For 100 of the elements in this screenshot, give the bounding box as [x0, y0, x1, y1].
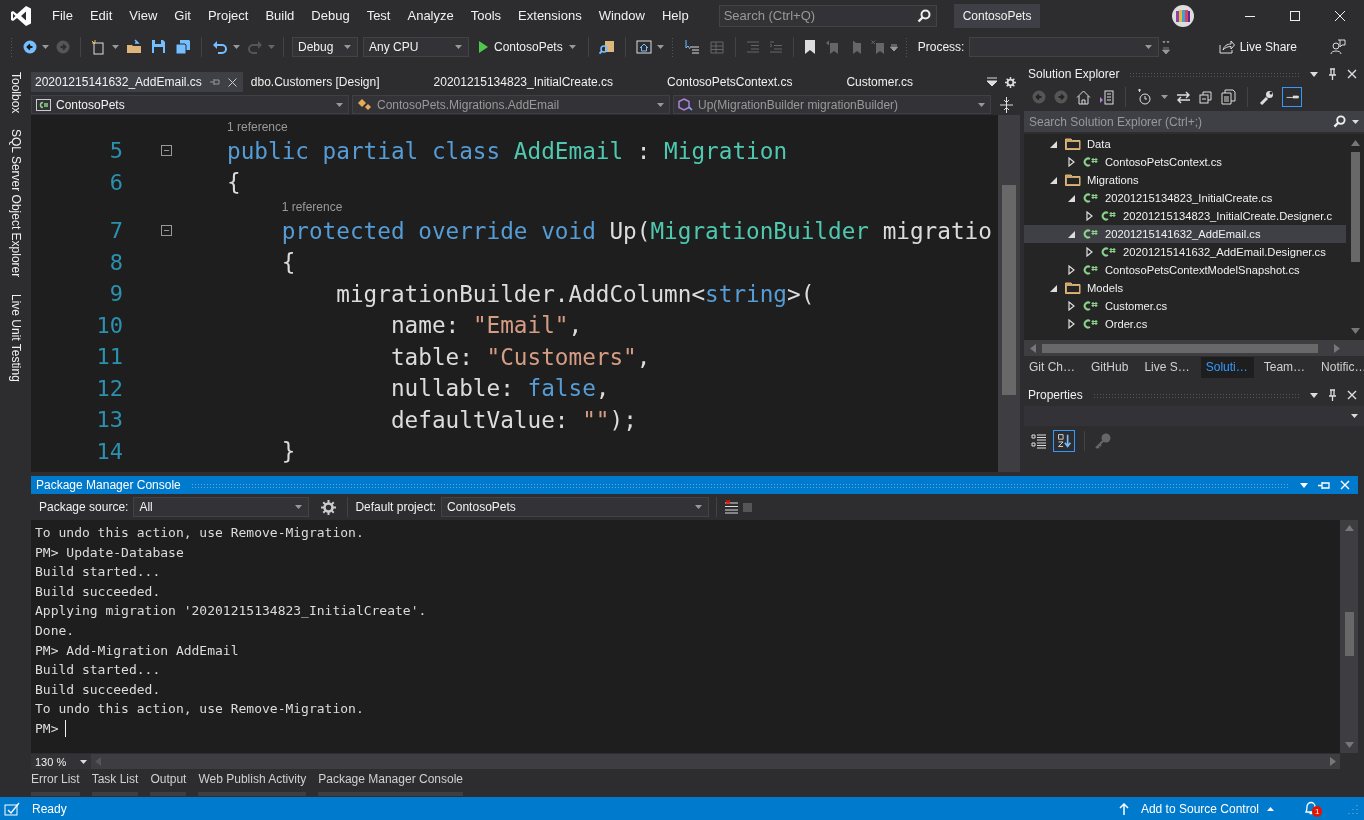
previous-bookmark-icon[interactable]	[824, 39, 839, 54]
live-share-button[interactable]: Live Share	[1212, 38, 1303, 55]
collapsed-arrow-icon[interactable]	[1068, 319, 1075, 329]
cursor-list-icon[interactable]	[683, 38, 700, 55]
tree-item[interactable]: Customer.cs	[1024, 297, 1346, 315]
tree-item[interactable]: Migrations	[1024, 171, 1346, 189]
expanded-arrow-icon[interactable]	[1068, 194, 1075, 202]
close-icon[interactable]	[1347, 69, 1357, 79]
scroll-thumb[interactable]	[1344, 612, 1354, 656]
tree-item[interactable]: Data	[1024, 135, 1346, 153]
search-field[interactable]: Search Solution Explorer (Ctrl+;)	[1024, 111, 1364, 132]
scroll-thumb[interactable]	[1042, 343, 1318, 353]
menu-item[interactable]: Window	[590, 8, 653, 23]
expanded-arrow-icon[interactable]	[1068, 230, 1075, 238]
table-icon[interactable]	[708, 38, 725, 55]
alphabetical-sort-icon[interactable]	[1053, 430, 1075, 452]
navigation-dropdown[interactable]: ContosoPets.Migrations.AddEmail	[352, 95, 670, 114]
scrollbar[interactable]	[1024, 340, 1364, 356]
collapsed-arrow-icon[interactable]	[1068, 265, 1075, 275]
pending-changes-icon[interactable]	[1137, 89, 1153, 105]
add-to-source-control-button[interactable]: Add to Source Control	[1136, 801, 1278, 816]
expanded-arrow-icon[interactable]	[1050, 140, 1057, 148]
dropdown-caret-icon[interactable]	[656, 44, 664, 49]
scroll-thumb[interactable]	[1350, 152, 1360, 262]
new-project-icon[interactable]	[91, 38, 107, 55]
maximize-icon[interactable]	[1289, 9, 1301, 22]
menu-item[interactable]: Extensions	[510, 8, 590, 23]
zoom-dropdown[interactable]: 130 %	[31, 754, 91, 769]
side-tab[interactable]: SQL Server Object Explorer	[8, 127, 23, 280]
menu-item[interactable]: Git	[166, 8, 199, 23]
categorized-icon[interactable]	[1031, 433, 1047, 449]
dropdown-caret-icon[interactable]	[112, 44, 119, 49]
clear-console-icon[interactable]	[724, 500, 740, 514]
undo-icon[interactable]	[212, 39, 228, 54]
navigation-dropdown[interactable]: Up(MigrationBuilder migrationBuilder)	[673, 95, 991, 114]
document-tab[interactable]: Customer.cs	[842, 72, 928, 92]
tab-list-icon[interactable]	[987, 77, 997, 87]
open-folder-icon[interactable]	[126, 38, 142, 55]
sync-icon[interactable]	[1176, 90, 1191, 104]
tree-item[interactable]: ContosoPetsContextModelSnapshot.cs	[1024, 261, 1346, 279]
scrollbar[interactable]	[998, 115, 1020, 472]
tree-item[interactable]: 20201215141632_AddEmail.Designer.cs	[1024, 243, 1346, 261]
code-lens[interactable]: 1 reference	[227, 119, 288, 134]
key-icon[interactable]	[1094, 432, 1112, 450]
scrollbar[interactable]	[1340, 520, 1358, 753]
copy-icon[interactable]	[1221, 89, 1236, 105]
scroll-up-icon[interactable]	[1350, 140, 1360, 146]
save-icon[interactable]	[151, 39, 166, 54]
dropdown-caret-icon[interactable]	[1310, 71, 1318, 77]
side-tab[interactable]: Toolbox	[8, 70, 23, 116]
bookmark-icon[interactable]	[803, 39, 816, 54]
panel-tab[interactable]: Notific…	[1316, 356, 1364, 378]
find-in-files-icon[interactable]	[598, 38, 615, 55]
collapsed-arrow-icon[interactable]	[1086, 211, 1093, 221]
menu-item[interactable]: Build	[257, 8, 303, 23]
document-tab[interactable]: 20201215141632_AddEmail.cs	[31, 72, 243, 92]
code-lens[interactable]: 1 reference	[281, 199, 343, 214]
navigation-dropdown[interactable]: ContosoPets	[31, 95, 349, 114]
dropdown-caret-icon[interactable]	[1310, 392, 1318, 398]
collapsed-arrow-icon[interactable]	[1086, 247, 1093, 257]
menu-item[interactable]: Tools	[462, 8, 510, 23]
menu-item[interactable]: Help	[653, 8, 697, 23]
dropdown-caret-icon[interactable]	[1352, 120, 1359, 124]
close-icon[interactable]	[1347, 390, 1357, 400]
collapse-icon[interactable]	[161, 145, 172, 157]
panel-tab[interactable]: Live S…	[1139, 356, 1196, 378]
expanded-arrow-icon[interactable]	[1050, 284, 1057, 292]
panel-tab[interactable]: Soluti…	[1200, 356, 1254, 378]
switch-views-icon[interactable]	[1099, 89, 1114, 105]
package-source-dropdown[interactable]: All	[133, 497, 310, 517]
document-tab[interactable]: dbo.Customers [Design]	[246, 72, 394, 92]
home-page-icon[interactable]	[635, 38, 652, 55]
collapsed-arrow-icon[interactable]	[1068, 157, 1075, 167]
menu-item[interactable]: Debug	[303, 8, 358, 23]
tree-item[interactable]: Models	[1024, 279, 1346, 297]
overflow-caret-icon[interactable]	[1162, 39, 1171, 54]
document-tab[interactable]: 20201215134823_InitialCreate.cs	[429, 72, 628, 92]
scroll-thumb[interactable]	[1002, 185, 1016, 395]
clear-bookmarks-icon[interactable]	[870, 39, 885, 54]
settings-icon[interactable]	[321, 499, 337, 515]
menu-item[interactable]: Analyze	[399, 8, 462, 23]
indent-icon[interactable]	[768, 40, 783, 53]
settings-icon[interactable]	[1005, 76, 1016, 88]
menu-item[interactable]: Edit	[81, 8, 121, 23]
overflow-caret-icon[interactable]	[889, 42, 898, 51]
tree-item[interactable]: Order.cs	[1024, 315, 1346, 333]
wrench-icon[interactable]	[1259, 89, 1274, 105]
preview-toggle-icon[interactable]	[1282, 87, 1302, 107]
dropdown-caret-icon[interactable]	[42, 44, 49, 49]
menu-item[interactable]: View	[121, 8, 166, 23]
menu-item[interactable]: Test	[358, 8, 399, 23]
tree-item[interactable]: 20201215141632_AddEmail.cs	[1024, 225, 1346, 243]
feedback-icon[interactable]	[1330, 38, 1346, 55]
resize-grip-icon[interactable]	[1348, 803, 1358, 814]
configuration-dropdown[interactable]: Debug	[292, 36, 358, 57]
panel-tab[interactable]: Git Ch…	[1024, 356, 1081, 378]
scroll-down-icon[interactable]	[1350, 328, 1360, 334]
tree-item[interactable]: 20201215134823_InitialCreate.Designer.c	[1024, 207, 1346, 225]
dropdown-caret-icon[interactable]	[1161, 95, 1168, 99]
panel-tab[interactable]: GitHub	[1086, 356, 1135, 378]
